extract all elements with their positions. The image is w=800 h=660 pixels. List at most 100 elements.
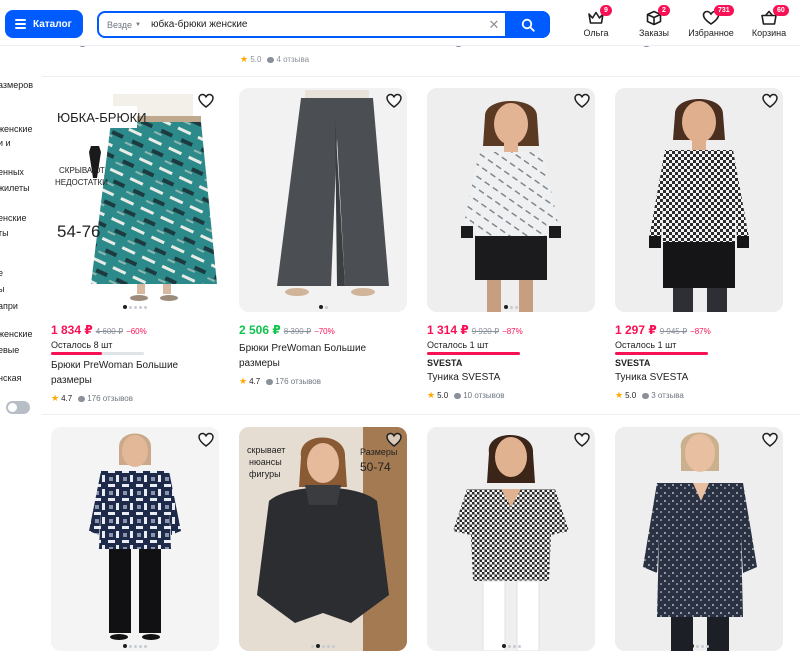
product-title[interactable]: Туника SVESTA [427, 370, 595, 385]
profile-label: Ольга [583, 28, 609, 38]
sidebar-item[interactable]: енных [0, 165, 24, 179]
promo-text: СКРЫВАЮТ [59, 166, 105, 175]
price-row: 1 314 ₽9 920 ₽ −87% [427, 323, 595, 337]
sidebar-item[interactable]: ы [0, 282, 4, 296]
image-pager[interactable] [239, 305, 407, 309]
sidebar-item[interactable]: ты [0, 226, 9, 240]
image-pager[interactable] [615, 644, 783, 648]
product-image[interactable] [427, 427, 595, 651]
search-scope-label: Везде [107, 19, 132, 30]
sidebar-item[interactable]: жилеты [0, 181, 30, 195]
heart-icon[interactable] [574, 93, 590, 109]
product-photo-tunic [51, 427, 219, 651]
cart-link[interactable]: 60 Корзина [739, 5, 799, 38]
promo-text: 50-74 [360, 460, 391, 474]
heart-icon[interactable] [762, 432, 778, 448]
brand-name[interactable]: SVESTA [615, 358, 783, 368]
product-card[interactable]: ЮБКА-БРЮКИ СКРЫВАЮТ НЕДОСТАТКИ 54-76 1 8… [51, 88, 219, 404]
heart-icon[interactable] [386, 432, 402, 448]
heart-icon[interactable] [762, 93, 778, 109]
old-price: 9 920 ₽ [471, 327, 500, 336]
rating: ★ 4.7 176 отзывов [51, 393, 133, 403]
price-row: 2 506 ₽8 390 ₽ −70% [239, 323, 407, 337]
image-pager[interactable] [51, 644, 219, 648]
discount: −87% [690, 327, 711, 336]
product-image[interactable]: скрывает нюансы фигуры Размеры 50-74 [239, 427, 407, 651]
catalog-button[interactable]: Каталог [5, 10, 83, 38]
product-title[interactable]: Туника SVESTA [615, 370, 783, 385]
product-title[interactable]: Брюки PreWoman Большие размеры [239, 341, 407, 371]
product-card[interactable] [51, 427, 219, 651]
sidebar-item[interactable]: е [0, 266, 3, 280]
image-pager[interactable] [427, 305, 595, 309]
promo-text: Размеры [360, 447, 398, 457]
price: 1 297 ₽ [615, 323, 657, 337]
heart-icon[interactable] [198, 432, 214, 448]
product-image[interactable] [615, 88, 783, 312]
clear-search-icon[interactable]: ✕ [483, 17, 505, 33]
filter-toggle[interactable] [6, 401, 30, 414]
product-image[interactable] [615, 427, 783, 651]
stock-bar-fill [51, 352, 103, 355]
orders-badge: 2 [658, 5, 670, 16]
sidebar-item[interactable]: евые [0, 343, 19, 357]
discount: −60% [126, 327, 147, 336]
menu-icon [15, 17, 26, 31]
heart-icon[interactable] [386, 93, 402, 109]
image-pager[interactable] [239, 644, 407, 648]
promo-text: 54-76 [57, 222, 101, 241]
search-button[interactable] [505, 11, 550, 38]
promo-text: скрывает [247, 445, 286, 455]
search-scope-dropdown[interactable]: Везде ▼ [99, 20, 147, 30]
sidebar-item[interactable]: и и [0, 136, 11, 150]
product-card[interactable] [427, 427, 595, 651]
top-header: Каталог Везде ▼ юбка-брюки женские ✕ 9 О… [0, 0, 800, 46]
price: 2 506 ₽ [239, 323, 281, 337]
favorites-link[interactable]: 731 Избранное [681, 5, 741, 38]
sidebar-item[interactable]: азмеров [0, 78, 33, 92]
image-pager[interactable] [51, 305, 219, 309]
product-card[interactable]: 2 506 ₽8 390 ₽ −70% Брюки PreWoman Больши… [239, 88, 407, 387]
heart-icon[interactable] [198, 93, 214, 109]
product-card[interactable]: 1 297 ₽9 945 ₽ −87% Осталось 1 шт SVESTA … [615, 88, 783, 401]
stock-text: Осталось 8 шт [51, 340, 113, 350]
sidebar-item[interactable]: женские [0, 122, 32, 136]
sidebar-item[interactable]: нская [0, 371, 21, 385]
orders-link[interactable]: 2 Заказы [624, 5, 684, 38]
price: 1 834 ₽ [51, 323, 93, 337]
sidebar-item[interactable]: женские [0, 327, 32, 341]
rating: ★ 4.7 176 отзывов [239, 376, 321, 386]
search-input[interactable]: юбка-брюки женские [151, 19, 483, 30]
sidebar-item[interactable]: енские [0, 211, 26, 225]
product-image[interactable] [239, 88, 407, 312]
product-photo-tunic [427, 88, 595, 312]
product-image[interactable] [51, 427, 219, 651]
image-pager[interactable] [427, 644, 595, 648]
rating: ★ 5.0 3 отзыва [615, 390, 684, 400]
product-photo-tunic [427, 427, 595, 651]
brand-name[interactable]: SVESTA [427, 358, 595, 368]
comment-icon [454, 392, 462, 399]
price-row: 1 834 ₽4 600 ₽ −60% [51, 323, 219, 337]
orders-label: Заказы [638, 28, 670, 38]
star-icon: ★ [240, 54, 249, 64]
stock-bar-fill [427, 352, 520, 355]
profile-link[interactable]: 9 Ольга [566, 5, 626, 38]
product-card[interactable] [615, 427, 783, 651]
product-image[interactable] [427, 88, 595, 312]
stock-text: Осталось 1 шт [615, 340, 677, 350]
product-image[interactable]: ЮБКА-БРЮКИ СКРЫВАЮТ НЕДОСТАТКИ 54-76 [51, 88, 219, 312]
product-card[interactable]: 1 314 ₽9 920 ₽ −87% Осталось 1 шт SVESTA … [427, 88, 595, 401]
product-card[interactable]: скрывает нюансы фигуры Размеры 50-74 [239, 427, 407, 651]
comment-icon [267, 56, 275, 63]
search-bar: Везде ▼ юбка-брюки женские ✕ [97, 11, 550, 38]
stock-text: Осталось 1 шт [427, 340, 489, 350]
star-icon: ★ [239, 376, 248, 386]
product-title[interactable]: Брюки PreWoman Большие размеры [51, 358, 219, 388]
promo-text: нюансы [249, 457, 282, 467]
heart-icon[interactable] [574, 432, 590, 448]
row-divider [42, 414, 800, 415]
price: 1 314 ₽ [427, 323, 469, 337]
stock-bar [615, 352, 708, 355]
sidebar-item[interactable]: апри [0, 299, 18, 313]
